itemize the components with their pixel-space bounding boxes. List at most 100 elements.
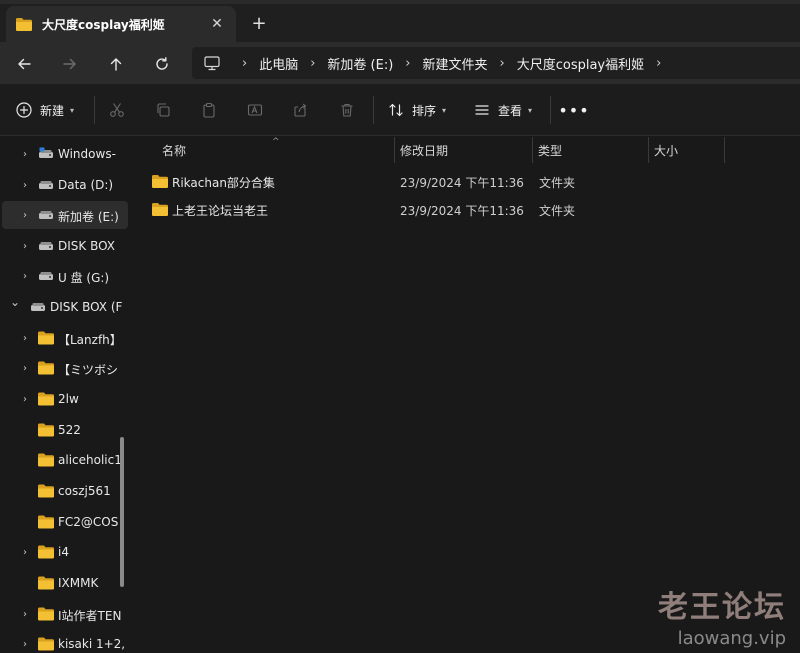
sidebar-item[interactable]: › kisaki 1+2, (2, 630, 128, 653)
chevron-right-icon[interactable]: › (20, 363, 30, 374)
sidebar-scrollbar[interactable] (120, 437, 124, 587)
trash-icon (341, 103, 353, 117)
up-button[interactable] (102, 50, 130, 78)
folder-icon (38, 515, 54, 529)
chevron-right-icon[interactable]: › (20, 180, 30, 191)
arrow-up-icon (110, 58, 122, 71)
chevron-right-icon[interactable]: › (20, 210, 30, 221)
chevron-right-icon[interactable]: › (20, 333, 30, 344)
sidebar-item[interactable]: › 【Lanzfh】 (2, 324, 128, 352)
column-divider[interactable] (394, 137, 395, 163)
address-bar[interactable]: › 此电脑 › 新加卷 (E:) › 新建文件夹 › 大尺度cosplay福利姬… (192, 47, 800, 79)
close-tab-icon[interactable]: ✕ (208, 15, 226, 33)
sidebar-item[interactable]: coszj561 (2, 477, 128, 505)
refresh-icon (156, 57, 168, 70)
drive-icon (39, 272, 53, 280)
navigation-bar: › 此电脑 › 新加卷 (E:) › 新建文件夹 › 大尺度cosplay福利姬… (0, 42, 800, 84)
more-options-icon[interactable]: ••• (558, 98, 588, 122)
sidebar-item[interactable]: › 【ミツボシ (2, 354, 128, 382)
breadcrumb-separator[interactable]: › (310, 56, 315, 71)
sort-icon (389, 103, 403, 117)
chevron-right-icon[interactable]: › (20, 639, 30, 650)
sidebar-item[interactable]: › Data (D:) (2, 171, 128, 199)
breadcrumb-current-folder[interactable]: 大尺度cosplay福利姬 (517, 54, 644, 73)
column-divider[interactable] (724, 137, 725, 163)
drive-icon (39, 147, 53, 158)
sidebar-item[interactable]: 522 (2, 416, 128, 444)
rename-button[interactable] (243, 98, 267, 122)
sidebar-item[interactable]: aliceholic1 (2, 446, 128, 474)
breadcrumb-new-folder[interactable]: 新建文件夹 (423, 54, 488, 73)
column-divider[interactable] (532, 137, 533, 163)
drive-icon (39, 211, 53, 219)
copy-button[interactable] (151, 98, 175, 122)
new-tab-icon[interactable]: + (248, 12, 270, 34)
column-divider[interactable] (648, 137, 649, 163)
breadcrumb-separator[interactable]: › (656, 56, 661, 71)
toolbar-divider (550, 96, 551, 124)
column-header-size[interactable]: 大小 (654, 137, 724, 163)
folder-icon (38, 576, 54, 590)
file-row[interactable]: 上老王论坛当老王 23/9/2024 下午11:36 文件夹 (148, 195, 788, 223)
breadcrumb-separator[interactable]: › (500, 56, 505, 71)
sidebar-item[interactable]: › I站作者TEN (2, 600, 128, 628)
back-button[interactable] (10, 50, 38, 78)
view-button[interactable]: 查看 ▾ (474, 98, 532, 122)
column-header-type[interactable]: 类型 (538, 137, 648, 163)
sort-button[interactable]: 排序 ▾ (388, 98, 446, 122)
sidebar-item[interactable]: › i4 (2, 538, 128, 566)
column-header-name[interactable]: 名称 (162, 137, 394, 163)
forward-button[interactable] (56, 50, 84, 78)
sidebar-item-label: coszj561 (58, 484, 111, 498)
rename-icon (247, 104, 263, 116)
active-tab[interactable]: 大尺度cosplay福利姬 ✕ (6, 6, 236, 42)
folder-icon (38, 423, 54, 437)
new-button-label: 新建 (40, 103, 65, 118)
toolbar-divider (94, 96, 95, 124)
watermark-title: 老王论坛 (658, 590, 786, 625)
file-type: 文件夹 (539, 176, 576, 190)
sidebar-item-label: i4 (58, 545, 69, 559)
sidebar-item[interactable]: › Windows- (2, 140, 128, 168)
sidebar-item[interactable]: › U 盘 (G:) (2, 262, 128, 290)
folder-icon (16, 17, 32, 31)
sidebar-item[interactable]: ⌄ DISK BOX (F (2, 293, 128, 321)
chevron-right-icon[interactable]: › (20, 547, 30, 558)
cut-button[interactable] (105, 98, 129, 122)
column-header-date[interactable]: 修改日期 (400, 137, 532, 163)
sidebar-item[interactable]: › 2lw (2, 385, 128, 413)
breadcrumb-volume-e[interactable]: 新加卷 (E:) (327, 54, 393, 73)
sidebar-item-label: aliceholic1 (58, 453, 122, 467)
navigation-pane: › Windows- › Data (D:) › 新加卷 (E:) › DISK BOX › U … (0, 137, 132, 653)
folder-icon (38, 607, 54, 621)
chevron-right-icon[interactable]: › (20, 394, 30, 405)
folder-icon (38, 484, 54, 498)
folder-icon (38, 545, 54, 559)
file-row[interactable]: Rikachan部分合集 23/9/2024 下午11:36 文件夹 (148, 167, 788, 195)
sidebar-item-label: 【ミツボシ (58, 363, 119, 377)
sidebar-item[interactable]: FC2@COS (2, 508, 128, 536)
chevron-right-icon[interactable]: › (20, 609, 30, 620)
sidebar-item-label: kisaki 1+2, (58, 637, 126, 651)
share-button[interactable] (289, 98, 313, 122)
sidebar-item[interactable]: IXMMK (2, 569, 128, 597)
chevron-right-icon[interactable]: › (20, 271, 30, 282)
breadcrumb-this-pc[interactable]: 此电脑 (259, 54, 298, 73)
sidebar-item-label: 522 (58, 423, 81, 437)
drive-icon (39, 242, 53, 250)
chevron-down-icon: ▾ (528, 105, 533, 115)
chevron-right-icon[interactable]: › (20, 149, 30, 160)
delete-button[interactable] (335, 98, 359, 122)
view-button-label: 查看 (498, 103, 523, 118)
breadcrumb-separator[interactable]: › (405, 56, 410, 71)
chevron-down-icon[interactable]: ⌄ (10, 295, 20, 309)
chevron-right-icon[interactable]: › (20, 241, 30, 252)
paste-button[interactable] (197, 98, 221, 122)
refresh-button[interactable] (148, 50, 176, 78)
arrow-right-icon (63, 58, 76, 70)
folder-icon (38, 331, 54, 345)
sidebar-item[interactable]: › DISK BOX (2, 232, 128, 260)
sidebar-item[interactable]: › 新加卷 (E:) (2, 201, 128, 229)
file-date: 23/9/2024 下午11:36 (400, 204, 524, 218)
new-button[interactable]: 新建 ▾ (16, 98, 74, 122)
